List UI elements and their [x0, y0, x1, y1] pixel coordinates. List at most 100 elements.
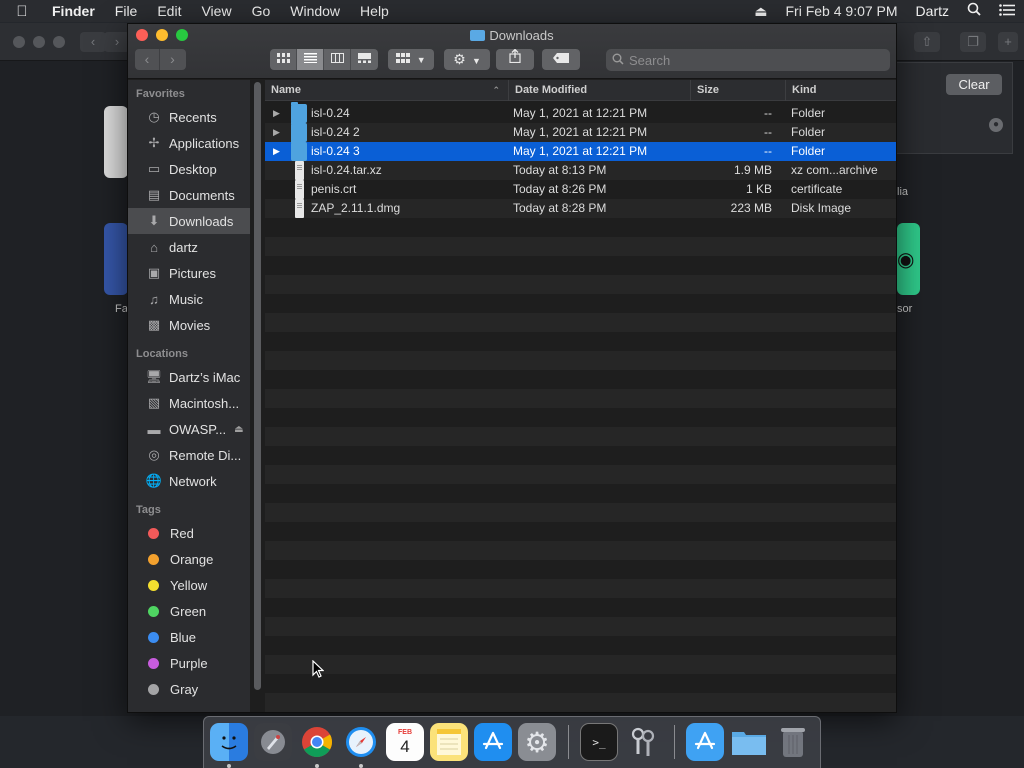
sidebar-item-imac[interactable]: 🖥 Dartz’s iMac	[128, 364, 250, 390]
sidebar-item-desktop[interactable]: ▭ Desktop	[128, 156, 250, 182]
spotlight-icon[interactable]	[958, 0, 990, 22]
table-row-selected[interactable]: ▶ isl-0.24 3 May 1, 2021 at 12:21 PM -- …	[265, 140, 896, 161]
background-back-icon[interactable]: ‹	[80, 32, 106, 52]
notes-icon[interactable]	[430, 723, 468, 761]
table-row[interactable]: ZAP_2.11.1.dmg Today at 8:28 PM 223 MB D…	[265, 199, 896, 218]
gallery-view-button[interactable]	[351, 49, 378, 70]
search-input[interactable]	[629, 52, 869, 68]
sidebar-item-home[interactable]: ⌂ dartz	[128, 234, 250, 260]
list-view-button[interactable]	[297, 49, 324, 70]
search-field[interactable]	[606, 49, 890, 71]
apple-menu-icon[interactable]: 	[0, 3, 44, 20]
trash-icon[interactable]	[774, 723, 812, 761]
chrome-icon[interactable]	[298, 723, 336, 761]
sidebar-item-movies[interactable]: ▩ Movies	[128, 312, 250, 338]
sidebar-item-applications[interactable]: ✢ Applications	[128, 130, 250, 156]
applications-folder-icon[interactable]	[686, 723, 724, 761]
sidebar-tag-red[interactable]: Red	[128, 520, 250, 546]
terminal-icon[interactable]: >_	[580, 723, 618, 761]
finder-toolbar: Downloads ‹ › ▼ ⚙ ▼ Search	[128, 24, 896, 79]
sidebar-item-label: Macintosh...	[169, 395, 240, 411]
sidebar-item-downloads[interactable]: ⬇ Downloads	[128, 208, 250, 234]
column-header-label: Date Modified	[515, 84, 588, 96]
menu-help[interactable]: Help	[350, 0, 399, 22]
sidebar-tag-purple[interactable]: Purple	[128, 650, 250, 676]
sidebar-tag-gray[interactable]: Gray	[128, 676, 250, 702]
background-search-icon[interactable]: ●	[989, 118, 1003, 132]
background-app-tile[interactable]	[104, 106, 128, 178]
mouse-cursor-icon	[312, 659, 325, 683]
tag-color-dot-icon	[148, 605, 159, 617]
running-indicator	[359, 764, 363, 768]
icon-view-button[interactable]	[270, 49, 297, 70]
sidebar-item-label: Pictures	[169, 265, 216, 281]
eject-icon[interactable]: ⏏	[234, 424, 243, 435]
column-view-button[interactable]	[324, 49, 351, 70]
table-row[interactable]: ▶ isl-0.24 May 1, 2021 at 12:21 PM -- Fo…	[265, 102, 896, 123]
column-header-kind[interactable]: Kind	[785, 80, 896, 101]
tags-button[interactable]	[542, 49, 580, 70]
sidebar-tags-heading: Tags	[136, 504, 161, 516]
background-add-icon[interactable]: +	[998, 32, 1018, 52]
forward-button[interactable]: ›	[160, 49, 185, 70]
disclosure-triangle-icon[interactable]: ▶	[273, 104, 283, 123]
column-header-name[interactable]: Name ⌃	[265, 80, 508, 101]
menu-edit[interactable]: Edit	[147, 0, 191, 22]
column-header-date[interactable]: Date Modified	[508, 80, 690, 101]
clear-button[interactable]: Clear	[946, 74, 1002, 95]
menu-user[interactable]: Dartz	[907, 0, 958, 22]
launchpad-icon[interactable]	[254, 723, 292, 761]
background-close-icon[interactable]	[13, 36, 25, 48]
scrollbar-thumb[interactable]	[254, 82, 261, 690]
computer-icon: 🖥	[145, 369, 163, 384]
menu-view[interactable]: View	[191, 0, 241, 22]
sidebar-item-remote-disc[interactable]: ◎ Remote Di...	[128, 442, 250, 468]
background-zoom-icon[interactable]	[53, 36, 65, 48]
title-folder-icon	[470, 30, 486, 41]
disclosure-triangle-icon[interactable]: ▶	[273, 142, 283, 161]
menu-window[interactable]: Window	[280, 0, 350, 22]
background-app-tile[interactable]: ◉	[897, 223, 920, 295]
sidebar-tag-blue[interactable]: Blue	[128, 624, 250, 650]
group-by-button[interactable]: ▼	[388, 49, 434, 70]
keychain-icon[interactable]	[624, 723, 662, 761]
background-minimize-icon[interactable]	[33, 36, 45, 48]
sidebar-item-owasp[interactable]: ▬ OWASP... ⏏	[128, 416, 250, 442]
sidebar-tag-green[interactable]: Green	[128, 598, 250, 624]
menu-clock[interactable]: Fri Feb 4 9:07 PM	[777, 0, 907, 22]
sidebar-item-macintosh-hd[interactable]: ▧ Macintosh...	[128, 390, 250, 416]
camera-icon: ▣	[147, 265, 161, 280]
dock-separator	[674, 725, 675, 759]
calendar-icon[interactable]: FEB 4	[386, 723, 424, 761]
back-button[interactable]: ‹	[135, 49, 160, 70]
downloads-folder-icon[interactable]	[730, 723, 768, 761]
menu-file[interactable]: File	[105, 0, 148, 22]
safari-icon[interactable]	[342, 723, 380, 761]
file-size: 223 MB	[730, 201, 772, 215]
eject-menu-icon[interactable]: ⏏	[745, 0, 776, 22]
sidebar-item-pictures[interactable]: ▣ Pictures	[128, 260, 250, 286]
sidebar-item-documents[interactable]: ▤ Documents	[128, 182, 250, 208]
sidebar-tag-yellow[interactable]: Yellow	[128, 572, 250, 598]
menu-app-name[interactable]: Finder	[44, 0, 105, 22]
sidebar-item-network[interactable]: 🌐 Network	[128, 468, 250, 494]
sidebar-scrollbar[interactable]	[252, 82, 262, 690]
share-button[interactable]	[496, 48, 534, 70]
table-row[interactable]: isl-0.24.tar.xz Today at 8:13 PM 1.9 MB …	[265, 161, 896, 180]
table-row[interactable]: penis.crt Today at 8:26 PM 1 KB certific…	[265, 180, 896, 199]
sidebar-item-music[interactable]: ♫ Music	[128, 286, 250, 312]
app-store-icon[interactable]	[474, 723, 512, 761]
notification-center-icon[interactable]	[990, 0, 1024, 22]
sidebar-tag-orange[interactable]: Orange	[128, 546, 250, 572]
disclosure-triangle-icon[interactable]: ▶	[273, 123, 283, 142]
background-app-tile[interactable]	[104, 223, 128, 295]
background-window-icon[interactable]: ❐	[960, 32, 986, 52]
background-share-icon[interactable]: ⇧	[914, 32, 940, 52]
column-header-size[interactable]: Size	[690, 80, 785, 101]
system-preferences-icon[interactable]: ⚙	[518, 723, 556, 761]
sidebar-item-recents[interactable]: ◷ Recents	[128, 104, 250, 130]
finder-icon[interactable]	[210, 723, 248, 761]
table-row[interactable]: ▶ isl-0.24 2 May 1, 2021 at 12:21 PM -- …	[265, 121, 896, 142]
action-button[interactable]: ⚙ ▼	[444, 49, 490, 70]
menu-go[interactable]: Go	[242, 0, 281, 22]
